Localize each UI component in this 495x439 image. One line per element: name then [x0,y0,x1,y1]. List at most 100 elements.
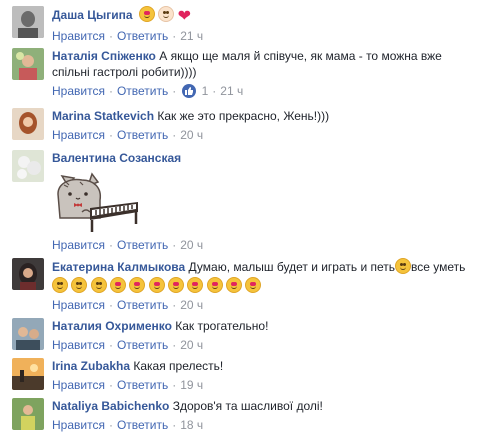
comment-author[interactable]: Irina Zubakha [52,359,130,373]
separator: · [108,128,113,142]
avatar[interactable] [12,398,44,430]
comment-text: Как же это прекрасно, Жень!))) [157,109,330,123]
heart-eyes-emoji-icon [226,277,243,293]
avatar-photo [12,150,44,182]
heart-eyes-emoji-icon [148,277,165,293]
separator: · [172,298,177,312]
reply-link[interactable]: Ответить [117,298,168,312]
timestamp[interactable]: 21 ч [220,84,243,98]
separator: · [108,378,113,392]
comment-author[interactable]: Наталія Спіженко [52,49,156,63]
avatar[interactable] [12,258,44,290]
timestamp[interactable]: 20 ч [180,238,203,252]
like-link[interactable]: Нравится [52,238,105,252]
separator: · [172,338,177,352]
heart-eyes-emoji-icon [129,277,146,293]
separator: · [172,128,177,142]
separator: · [172,29,177,43]
comment-author[interactable]: Даша Цыгипа [52,8,133,22]
comment-author[interactable]: Nataliya Babichenko [52,399,169,413]
avatar-photo [12,6,44,38]
heart-eyes-emoji-icon [168,277,185,293]
comment-text: Как трогательно! [175,319,269,333]
like-link[interactable]: Нравится [52,29,105,43]
avatar[interactable] [12,150,44,182]
baby-emoji-icon [158,6,175,22]
smile-emoji-icon [90,277,107,293]
avatar[interactable] [12,358,44,390]
like-link[interactable]: Нравится [52,298,105,312]
reply-link[interactable]: Ответить [117,338,168,352]
comment-actions: Нравится · Ответить · 21 ч [52,28,487,44]
reply-link[interactable]: Ответить [117,128,168,142]
timestamp[interactable]: 21 ч [180,29,203,43]
avatar[interactable] [12,6,44,38]
comment-text: Какая прелесть! [133,359,224,373]
reaction-count[interactable]: 1 [202,84,209,98]
heart-emoji-icon: ❤ [177,8,191,25]
comment-text: Здоров'я та шасливої долі! [172,399,323,413]
comment-text: А якщо ще маля й співуче, як мама - то м… [159,49,442,63]
heart-eyes-emoji-icon [110,277,127,293]
comment-actions: Нравится · Ответить · 18 ч [52,417,487,433]
avatar[interactable] [12,318,44,350]
heart-eyes-emoji-icon [245,277,262,293]
like-link[interactable]: Нравится [52,84,105,98]
smile-emoji-icon [71,277,88,293]
comment-author[interactable]: Marina Statkevich [52,109,154,123]
comment-actions: Нравится · Ответить · 20 ч [52,237,487,253]
separator: · [172,238,177,252]
avatar-photo [12,358,44,390]
comment-actions: Нравится · Ответить · 20 ч [52,127,487,143]
sticker-pusheen-piano-icon[interactable] [52,168,142,234]
emoji-row [52,277,487,294]
smile-emoji-icon [52,277,68,293]
separator: · [108,418,113,432]
heart-eyes-emoji-icon [206,277,223,293]
comment-actions: Нравится · Ответить · 19 ч [52,377,487,393]
separator: · [172,418,177,432]
like-link[interactable]: Нравится [52,418,105,432]
comment-text: Думаю, малыш будет и играть и петь [188,260,396,274]
separator: · [172,378,177,392]
comment-actions: Нравится · Ответить · 1 · 21 ч [52,83,487,99]
timestamp[interactable]: 18 ч [180,418,203,432]
comment-text: спільні гастролі робити)))) [52,65,197,79]
comment-emojis: ❤ [138,6,191,25]
avatar-photo [12,318,44,350]
separator: · [108,238,113,252]
timestamp[interactable]: 20 ч [180,128,203,142]
separator: · [108,84,113,98]
avatar[interactable] [12,48,44,80]
comment-author[interactable]: Екатерина Калмыкова [52,260,185,274]
like-link[interactable]: Нравится [52,338,105,352]
separator: · [108,29,113,43]
like-link[interactable]: Нравится [52,128,105,142]
reply-link[interactable]: Ответить [117,378,168,392]
comment-actions: Нравится · Ответить · 20 ч [52,337,487,353]
like-link[interactable]: Нравится [52,378,105,392]
avatar-photo [12,48,44,80]
comment-text-end: все уметь [411,260,466,274]
timestamp[interactable]: 20 ч [180,298,203,312]
separator: · [212,84,217,98]
timestamp[interactable]: 20 ч [180,338,203,352]
separator: · [108,298,113,312]
reply-link[interactable]: Ответить [117,238,168,252]
comment-author[interactable]: Валентина Созанская [52,151,181,165]
avatar-photo [12,258,44,290]
separator: · [172,84,177,98]
like-reaction-icon[interactable] [182,84,197,98]
avatar-photo [12,108,44,140]
comment-actions: Нравится · Ответить · 20 ч [52,297,487,313]
heart-eyes-emoji-icon [187,277,204,293]
separator: · [108,338,113,352]
reply-link[interactable]: Ответить [117,418,168,432]
timestamp[interactable]: 19 ч [180,378,203,392]
reply-link[interactable]: Ответить [117,29,168,43]
reply-link[interactable]: Ответить [117,84,168,98]
comment-author[interactable]: Наталия Охрименко [52,319,172,333]
heart-eyes-emoji-icon [138,6,155,22]
avatar[interactable] [12,108,44,140]
smile-emoji-icon [395,258,412,274]
